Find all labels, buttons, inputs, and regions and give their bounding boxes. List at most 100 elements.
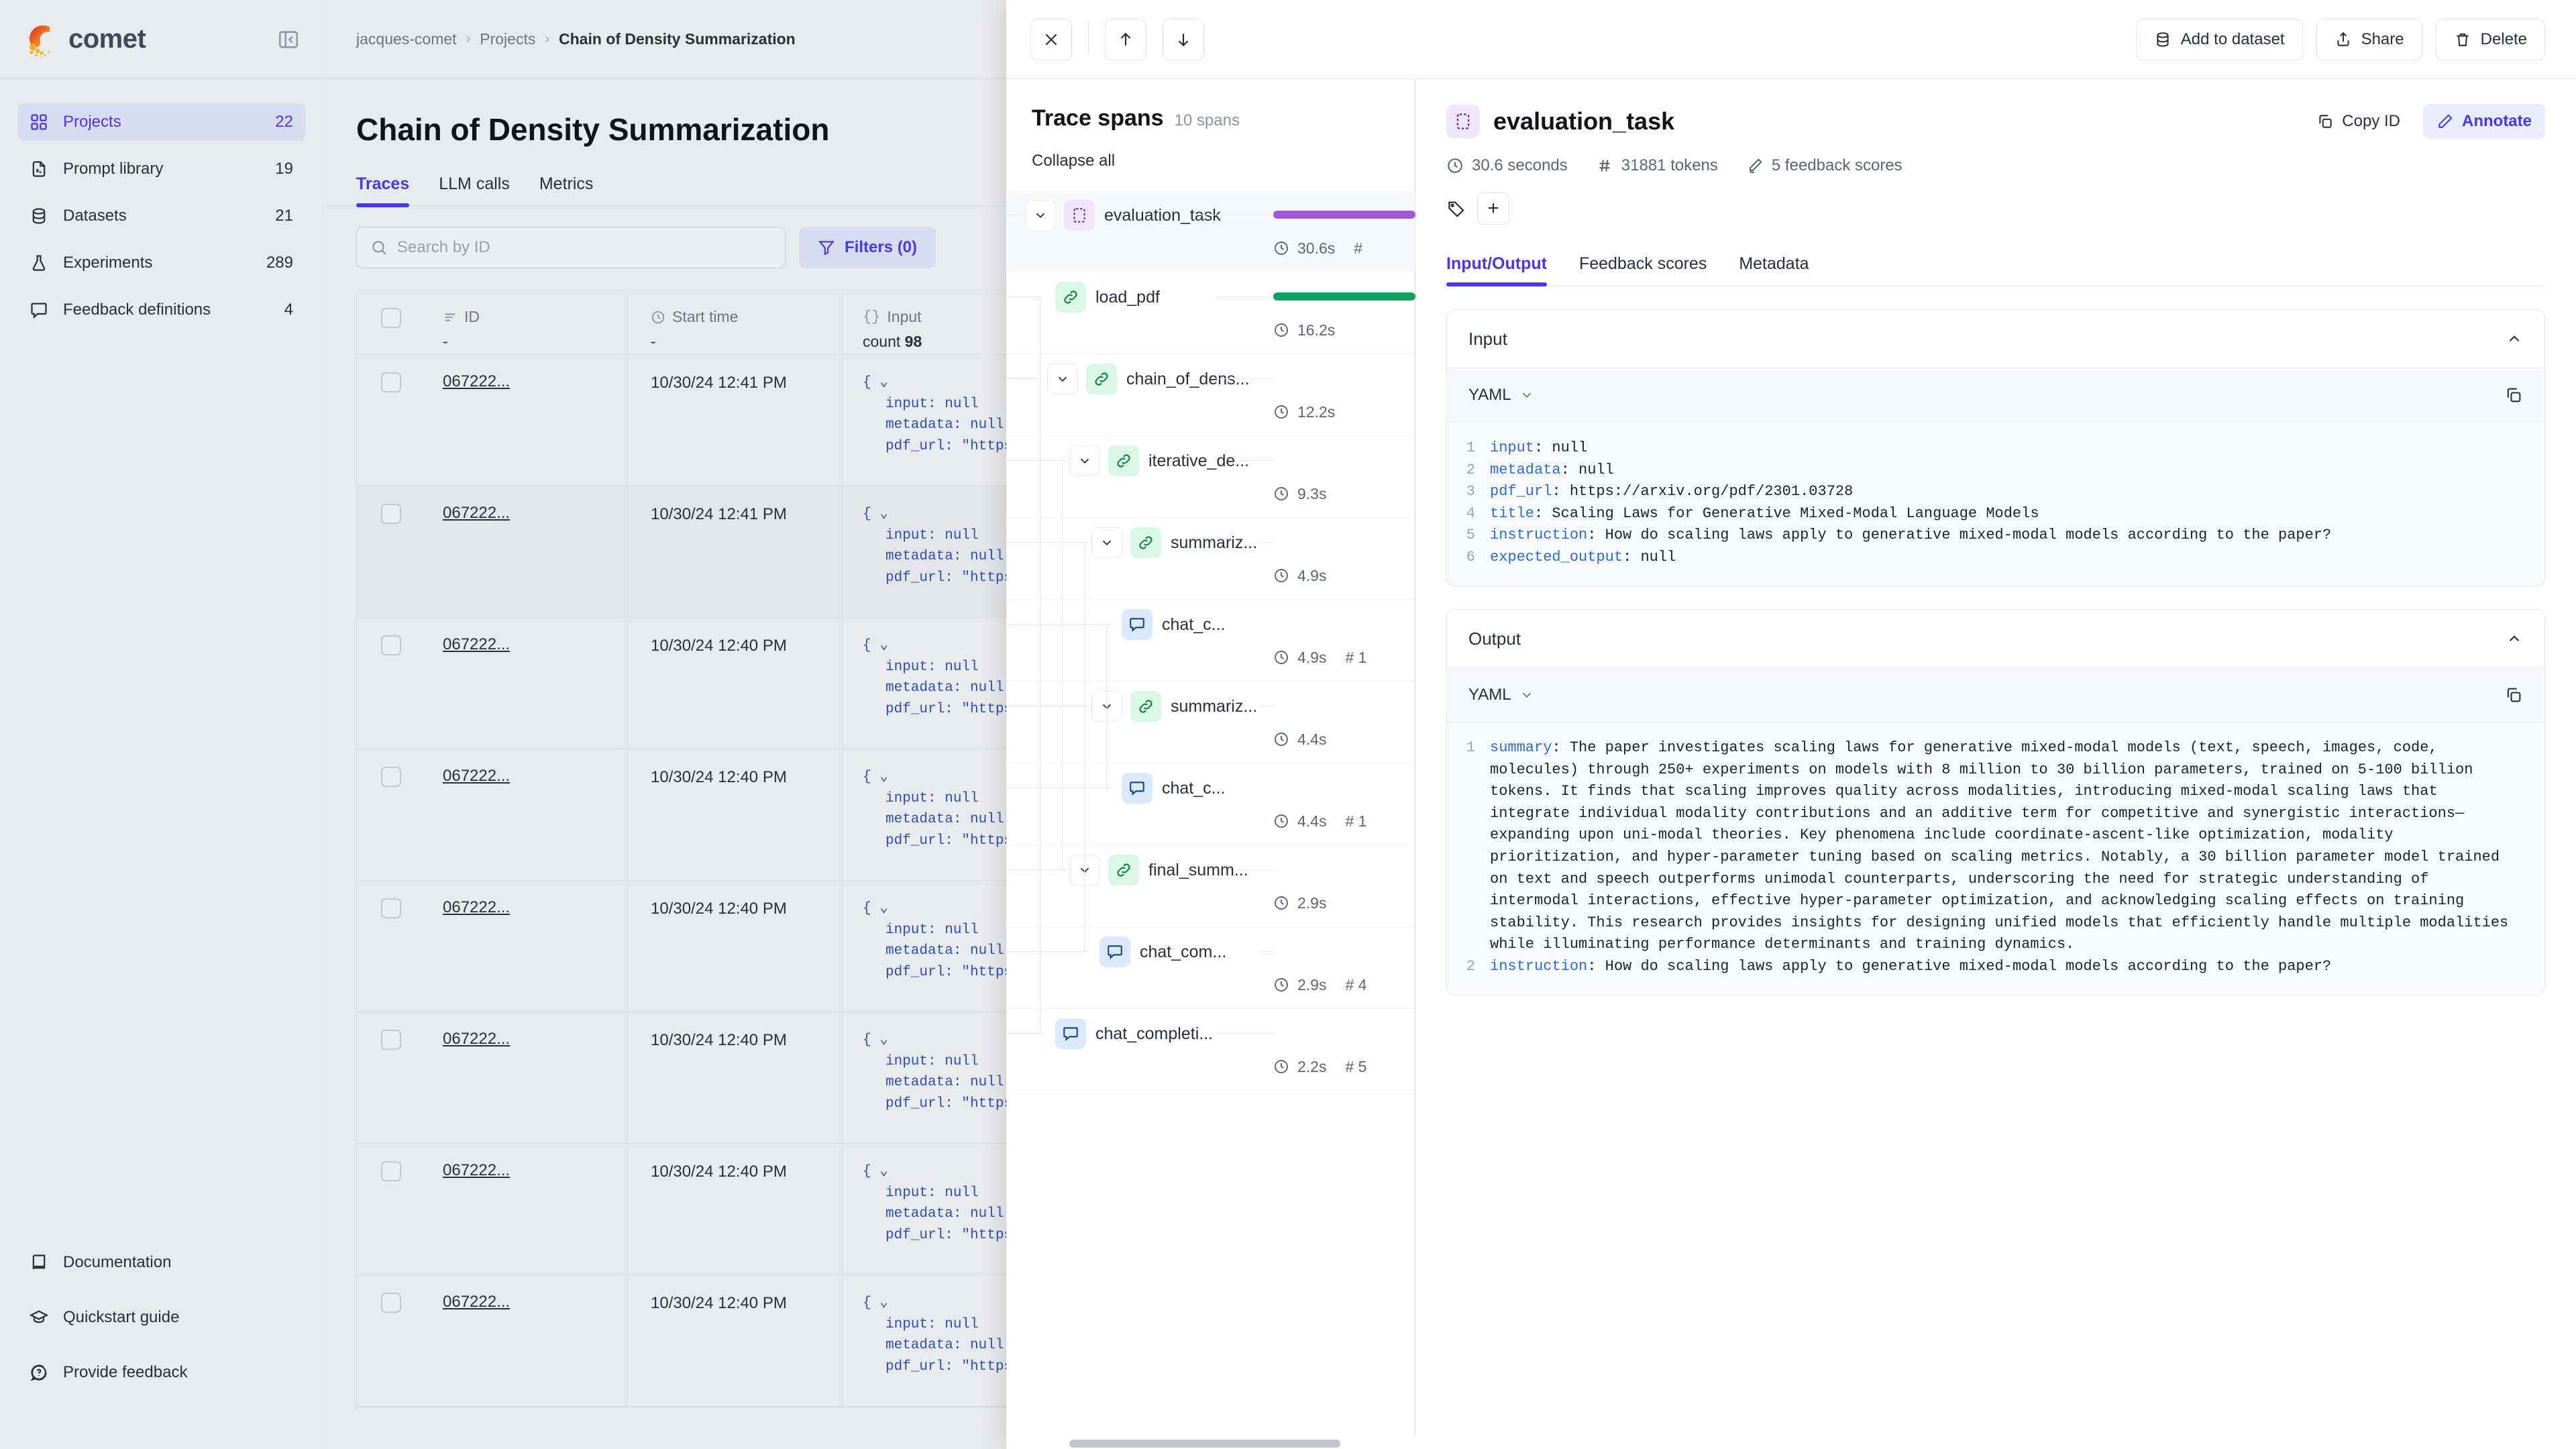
breadcrumb-workspace[interactable]: jacques-comet <box>356 30 457 48</box>
trace-id-link[interactable]: 067222... <box>443 372 510 390</box>
chevron-up-icon[interactable] <box>2506 630 2523 647</box>
span-expand-toggle[interactable] <box>1091 527 1122 558</box>
row-select-cell[interactable] <box>357 1012 443 1143</box>
tab-metrics[interactable]: Metrics <box>539 174 594 206</box>
brand-logo[interactable]: comet <box>23 21 146 58</box>
chevron-up-icon[interactable] <box>2506 330 2523 347</box>
trace-id-link[interactable]: 067222... <box>443 1161 510 1179</box>
span-expand-toggle[interactable] <box>1047 364 1078 394</box>
sidebar-item-prompt-library[interactable]: Prompt library 19 <box>17 150 305 188</box>
trace-id-link[interactable]: 067222... <box>443 504 510 522</box>
tab-input-output[interactable]: Input/Output <box>1446 254 1547 286</box>
tab-feedback-scores[interactable]: Feedback scores <box>1579 254 1707 286</box>
next-trace-button[interactable] <box>1163 19 1204 60</box>
clock-icon <box>1273 731 1289 747</box>
span-expand-toggle[interactable] <box>1091 691 1122 722</box>
annotate-button[interactable]: Annotate <box>2423 104 2545 139</box>
row-checkbox[interactable] <box>381 1293 401 1313</box>
trace-square-icon <box>1064 200 1095 231</box>
filters-button[interactable]: Filters (0) <box>799 227 936 268</box>
select-all-cell[interactable] <box>357 290 443 354</box>
sidebar-item-quickstart-guide[interactable]: Quickstart guide <box>17 1299 305 1336</box>
copy-icon[interactable] <box>2504 686 2523 704</box>
row-checkbox[interactable] <box>381 504 401 524</box>
copy-icon[interactable] <box>2504 386 2523 405</box>
row-checkbox[interactable] <box>381 635 401 655</box>
column-header-id[interactable]: ID - <box>443 290 628 354</box>
trace-id-link[interactable]: 067222... <box>443 1293 510 1311</box>
span-row[interactable]: evaluation_task30.6s# <box>1006 191 1415 272</box>
row-select-cell[interactable] <box>357 881 443 1012</box>
trace-id-link[interactable]: 067222... <box>443 635 510 653</box>
column-header-start-time[interactable]: Start time - <box>628 290 843 354</box>
span-expand-toggle[interactable] <box>1069 855 1100 885</box>
add-tag-button[interactable]: + <box>1477 193 1509 225</box>
row-select-cell[interactable] <box>357 1144 443 1275</box>
row-select-cell[interactable] <box>357 355 443 486</box>
add-to-dataset-button[interactable]: Add to dataset <box>2136 19 2303 60</box>
cell-id: 067222... <box>443 618 628 749</box>
span-row[interactable]: iterative_de...9.3s <box>1006 436 1415 518</box>
spans-horizontal-scrollbar[interactable] <box>1006 1437 1415 1449</box>
panel-collapse-icon[interactable] <box>277 28 300 51</box>
row-select-cell[interactable] <box>357 618 443 749</box>
scrollbar-thumb[interactable] <box>1069 1440 1340 1448</box>
trace-id-link[interactable]: 067222... <box>443 1030 510 1048</box>
row-checkbox[interactable] <box>381 372 401 392</box>
sidebar-item-documentation[interactable]: Documentation <box>17 1244 305 1281</box>
cell-start-time: 10/30/24 12:40 PM <box>628 618 843 749</box>
row-checkbox[interactable] <box>381 1161 401 1181</box>
trace-id-link[interactable]: 067222... <box>443 767 510 785</box>
output-section-header[interactable]: Output <box>1447 610 2544 667</box>
span-row[interactable]: summariz...4.9s <box>1006 518 1415 600</box>
sidebar-item-feedback-definitions[interactable]: Feedback definitions 4 <box>17 291 305 329</box>
breadcrumb-projects[interactable]: Projects <box>480 30 535 48</box>
delete-button[interactable]: Delete <box>2436 19 2545 60</box>
span-row[interactable]: load_pdf16.2s <box>1006 272 1415 354</box>
output-format-select[interactable]: YAML <box>1468 686 1534 704</box>
row-checkbox[interactable] <box>381 1030 401 1050</box>
trace-id-link[interactable]: 067222... <box>443 898 510 916</box>
sidebar-item-datasets[interactable]: Datasets 21 <box>17 197 305 235</box>
span-expand-toggle[interactable] <box>1069 445 1100 476</box>
previous-trace-button[interactable] <box>1105 19 1146 60</box>
code-line: 3pdf_url: https://arxiv.org/pdf/2301.037… <box>1447 481 2544 503</box>
cell-id: 067222... <box>443 486 628 617</box>
sidebar-item-projects[interactable]: Projects 22 <box>17 103 305 141</box>
row-select-cell[interactable] <box>357 486 443 617</box>
share-button[interactable]: Share <box>2316 19 2422 60</box>
copy-id-button[interactable]: Copy ID <box>2303 104 2414 139</box>
span-row[interactable]: chat_c...4.9s# 1 <box>1006 600 1415 682</box>
sidebar-item-experiments[interactable]: Experiments 289 <box>17 244 305 282</box>
span-name-label: chat_c... <box>1162 615 1226 635</box>
search-input[interactable]: Search by ID <box>356 227 786 268</box>
row-checkbox[interactable] <box>381 767 401 787</box>
span-row[interactable]: chat_com...2.9s# 4 <box>1006 927 1415 1009</box>
output-code-block: 1summary: The paper investigates scaling… <box>1447 722 2544 995</box>
span-row[interactable]: summariz...4.4s <box>1006 682 1415 763</box>
trace-square-icon <box>1446 105 1480 138</box>
tab-llm-calls[interactable]: LLM calls <box>439 174 510 206</box>
tab-metadata[interactable]: Metadata <box>1739 254 1809 286</box>
input-format-select[interactable]: YAML <box>1468 386 1534 405</box>
span-row[interactable]: final_summ...2.9s <box>1006 845 1415 927</box>
span-row[interactable]: chat_completi...2.2s# 5 <box>1006 1009 1415 1091</box>
tab-traces[interactable]: Traces <box>356 174 409 206</box>
close-button[interactable] <box>1030 19 1072 60</box>
column-header-sub: - <box>443 333 627 351</box>
graduation-cap-icon <box>30 1308 48 1327</box>
span-expand-toggle[interactable] <box>1025 200 1056 231</box>
line-number: 2 <box>1447 956 1490 978</box>
select-all-checkbox[interactable] <box>381 308 401 328</box>
span-row[interactable]: chat_c...4.4s# 1 <box>1006 763 1415 845</box>
tag-icon <box>1446 199 1466 219</box>
row-select-cell[interactable] <box>357 749 443 880</box>
span-row[interactable]: chain_of_dens...12.2s <box>1006 354 1415 436</box>
row-checkbox[interactable] <box>381 898 401 918</box>
input-section-header[interactable]: Input <box>1447 310 2544 368</box>
search-icon <box>370 239 388 256</box>
sidebar-item-provide-feedback[interactable]: Provide feedback <box>17 1354 305 1391</box>
clock-icon <box>1446 157 1464 174</box>
collapse-all-button[interactable]: Collapse all <box>1032 152 1415 170</box>
row-select-cell[interactable] <box>357 1275 443 1406</box>
